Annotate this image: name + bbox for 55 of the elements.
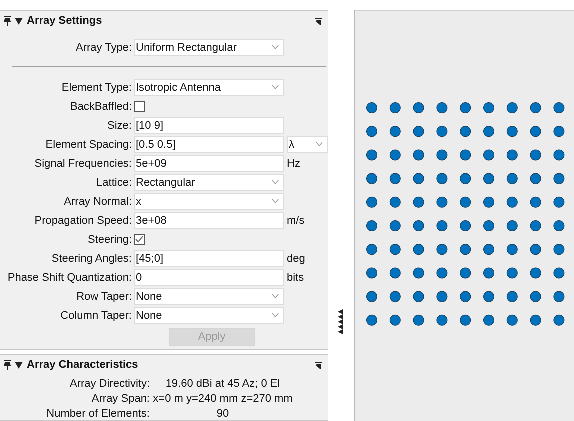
input-field[interactable]: 3e+08 <box>134 212 284 229</box>
field-label: BackBaffled: <box>69 100 133 112</box>
checkbox[interactable] <box>134 101 145 112</box>
unit-label: m/s <box>286 214 306 226</box>
caret-icon <box>272 45 279 50</box>
pin-icon[interactable] <box>4 360 11 370</box>
field-label: Propagation Speed: <box>34 214 133 226</box>
undock-icon[interactable] <box>315 362 322 368</box>
field-value: 90 <box>216 408 230 420</box>
unit-label: Hz <box>286 158 302 170</box>
panel-title: Array Characteristics <box>27 359 140 371</box>
pin-icon[interactable] <box>4 16 11 26</box>
collapse-icon[interactable] <box>15 18 23 24</box>
field-label: Phase Shift Quantization: <box>6 272 133 284</box>
caret-icon <box>316 142 323 147</box>
dropdown[interactable]: None <box>134 307 284 324</box>
dropdown[interactable]: None <box>134 288 284 305</box>
unit-label: bits <box>286 272 306 284</box>
unit-label: deg <box>286 252 306 264</box>
dropdown[interactable]: Isotropic Antenna <box>134 79 284 96</box>
field-label: Element Type: <box>60 82 133 94</box>
input-field[interactable]: 0 <box>134 269 284 286</box>
splitter-grip-icon[interactable] <box>338 309 344 335</box>
input-field[interactable]: [10 9] <box>134 117 284 134</box>
field-label: Number of Elements: <box>46 408 150 420</box>
dropdown[interactable]: Rectangular <box>134 174 284 191</box>
panel-title: Array Settings <box>27 15 104 27</box>
field-label: Array Type: <box>74 42 133 54</box>
undock-icon[interactable] <box>315 18 322 24</box>
caret-icon <box>272 313 279 318</box>
checkbox[interactable] <box>134 234 145 245</box>
field-label: Size: <box>106 120 133 132</box>
dropdown[interactable]: λ <box>287 136 328 153</box>
field-label: Row Taper: <box>76 290 133 302</box>
caret-icon <box>272 199 279 204</box>
field-label: Element Spacing: <box>44 138 133 150</box>
dropdown[interactable]: Uniform Rectangular <box>134 39 284 56</box>
input-field[interactable]: 5e+09 <box>134 155 284 172</box>
collapse-icon[interactable] <box>15 362 23 368</box>
dropdown[interactable]: x <box>134 193 284 210</box>
caret-icon <box>272 180 279 185</box>
input-field[interactable]: [0.5 0.5] <box>134 136 284 153</box>
caret-icon <box>272 85 279 90</box>
field-label: Array Directivity: <box>68 378 150 390</box>
field-label: Signal Frequencies: <box>34 158 133 170</box>
field-value: x=0 m y=240 mm z=270 mm <box>153 393 293 405</box>
field-value: 19.60 dBi at 45 Az; 0 El <box>166 378 280 390</box>
field-label: Steering: <box>86 234 133 246</box>
field-label: Lattice: <box>96 176 133 188</box>
field-label: Steering Angles: <box>50 252 133 264</box>
input-field[interactable]: [45;0] <box>134 250 284 267</box>
caret-icon <box>272 294 279 299</box>
field-label: Array Span: <box>90 393 150 405</box>
field-label: Array Normal: <box>63 196 133 208</box>
field-label: Column Taper: <box>60 310 133 322</box>
